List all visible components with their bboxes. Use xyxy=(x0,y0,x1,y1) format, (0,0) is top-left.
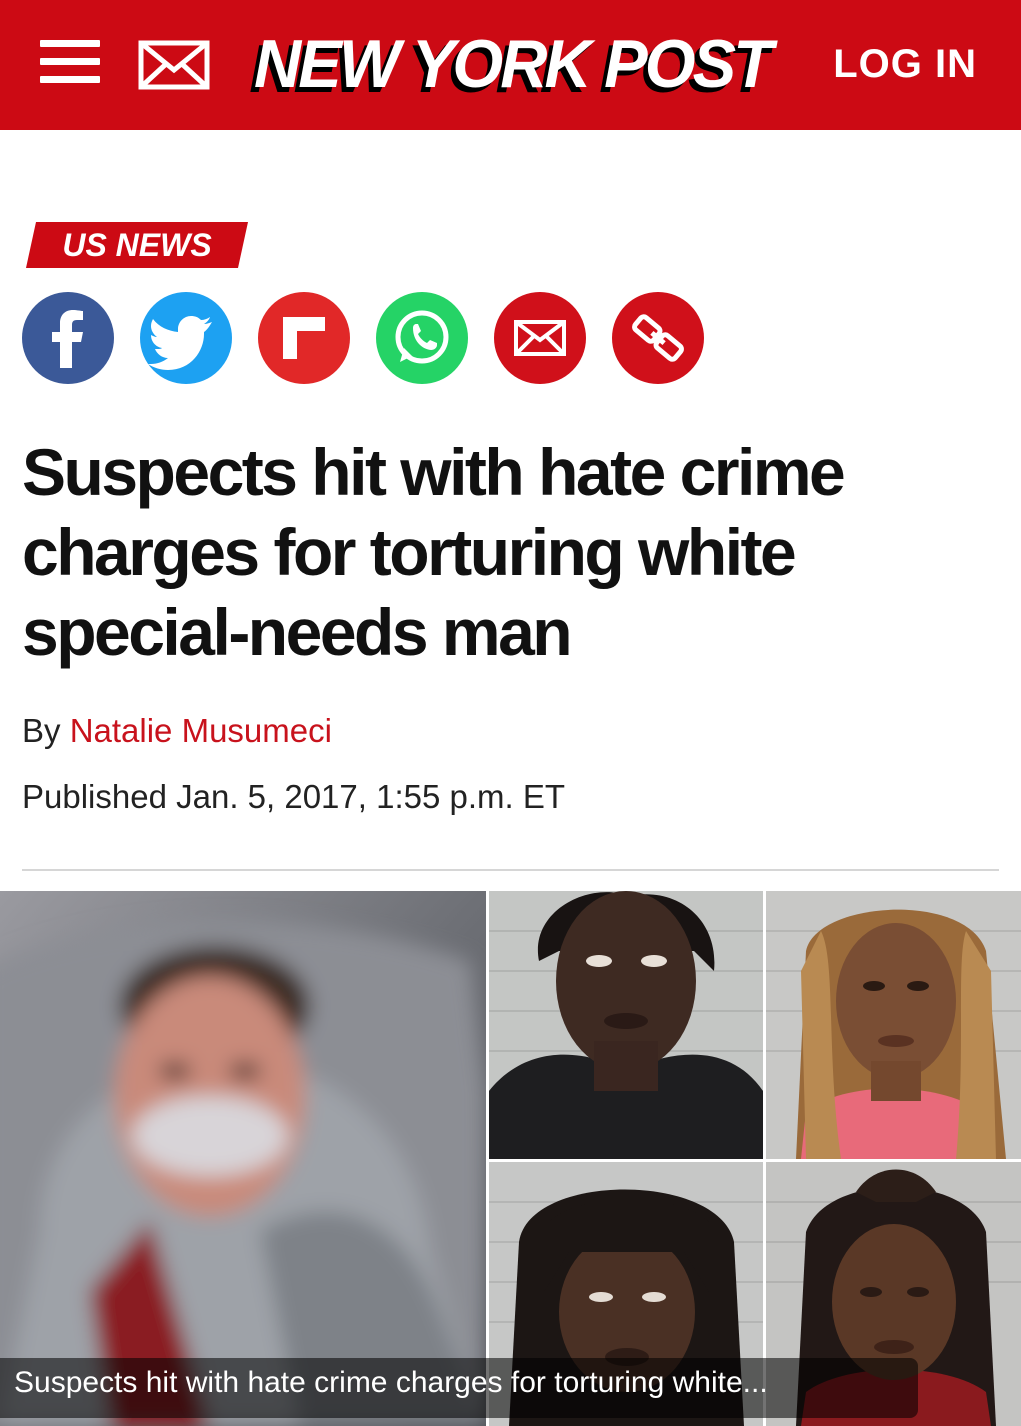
published-date: Published Jan. 5, 2017, 1:55 p.m. ET xyxy=(22,778,566,815)
victim-photo[interactable] xyxy=(0,891,486,1426)
author-link[interactable]: Natalie Musumeci xyxy=(70,712,332,749)
article-headline: Suspects hit with hate crime charges for… xyxy=(22,432,1007,672)
headline-line: charges for torturing white xyxy=(22,515,797,589)
mugshot-1[interactable] xyxy=(489,891,763,1159)
divider xyxy=(22,869,999,871)
section-tag[interactable]: US NEWS xyxy=(26,222,248,268)
byline-label: By xyxy=(22,712,61,749)
media-caption: Suspects hit with hate crime charges for… xyxy=(14,1366,768,1399)
headline-line: special-needs man xyxy=(22,595,573,669)
link-icon[interactable] xyxy=(612,292,704,384)
mugshot-2[interactable] xyxy=(766,891,1021,1159)
whatsapp-icon[interactable] xyxy=(376,292,468,384)
site-logo[interactable]: NEW YORK POST xyxy=(254,22,773,106)
site-header: NEW YORK POST LOG IN xyxy=(0,0,1021,130)
envelope-icon[interactable] xyxy=(138,40,210,95)
envelope-icon[interactable] xyxy=(494,292,586,384)
flipboard-icon[interactable] xyxy=(258,292,350,384)
facebook-icon[interactable] xyxy=(22,292,114,384)
login-button[interactable]: LOG IN xyxy=(833,42,977,87)
hamburger-menu-icon[interactable] xyxy=(40,40,100,90)
headline-line: Suspects hit with hate crime xyxy=(22,435,846,509)
twitter-icon[interactable] xyxy=(140,292,232,384)
byline: By Natalie Musumeci xyxy=(22,712,332,750)
